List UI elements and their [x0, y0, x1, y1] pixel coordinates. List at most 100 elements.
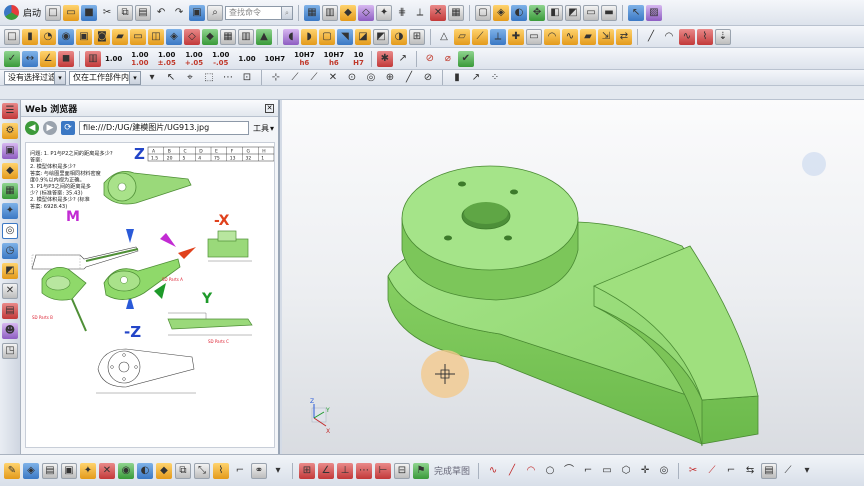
background-icon[interactable]: ▬	[601, 4, 618, 21]
datum-axis-icon[interactable]: ⟋	[472, 28, 488, 45]
close-icon[interactable]: ✕	[265, 103, 274, 113]
dimension-icon[interactable]: ◆	[340, 4, 357, 21]
convert-icon[interactable]: ⊟	[394, 462, 410, 479]
layer-icon[interactable]: ▤	[42, 462, 58, 479]
blend-icon[interactable]: ◖	[283, 28, 299, 45]
copy-object-icon[interactable]: ⧉	[175, 462, 191, 479]
profile-icon[interactable]: ∿	[485, 463, 501, 479]
precision-button[interactable]: 1.00	[103, 55, 124, 63]
arc-tool-icon[interactable]: ◠	[523, 463, 539, 479]
snap-intersect-icon[interactable]: ✕	[325, 70, 341, 85]
quick-trim-icon[interactable]: ✂	[685, 463, 701, 479]
more-icon[interactable]: ▾	[799, 463, 815, 479]
hole-icon[interactable]: ◉	[58, 28, 74, 45]
polygon-tool-icon[interactable]: ⬡	[618, 463, 634, 479]
surface-icon[interactable]: ◠	[544, 28, 560, 45]
no-symbol-icon[interactable]: ⊘	[422, 51, 438, 67]
transform-icon[interactable]: ⤡	[194, 462, 210, 479]
part-navigator-icon[interactable]: ⚙	[2, 123, 18, 139]
datum-plane-icon[interactable]: ▱	[454, 28, 470, 45]
trim-body-icon[interactable]: ◪	[355, 28, 371, 45]
snap-arc-center-icon[interactable]: ⊙	[344, 70, 360, 85]
circle-tool-icon[interactable]: ○	[542, 463, 558, 479]
refresh-icon[interactable]: ⟳	[61, 121, 75, 135]
slope-icon[interactable]: ⟋	[780, 463, 796, 479]
block-icon[interactable]: ▦	[220, 28, 236, 45]
grid-icon[interactable]: ⋕	[394, 5, 410, 21]
part-3d-model[interactable]	[387, 165, 759, 447]
quick-extend-icon[interactable]: ⟋	[704, 463, 720, 479]
line-icon[interactable]: ╱	[643, 29, 659, 45]
unite-icon[interactable]: ◈	[166, 28, 182, 45]
orient-icon[interactable]: ✦	[376, 4, 393, 21]
wcs-icon[interactable]: ⟂	[412, 5, 428, 21]
sketch-icon[interactable]: □	[4, 28, 20, 45]
triangle-icon[interactable]: △	[436, 29, 452, 45]
command-finder-icon[interactable]: ⌕	[207, 4, 224, 21]
undo-icon[interactable]: ↶	[153, 5, 169, 21]
redo-icon[interactable]: ↷	[171, 5, 187, 21]
cross-icon[interactable]: ✕	[99, 462, 115, 479]
precision-button[interactable]: 10H7 h6	[292, 51, 316, 67]
fillet-tool-icon[interactable]: ⌒	[561, 463, 577, 479]
measure-distance-icon[interactable]: ↔	[22, 50, 38, 67]
auto-dim-icon[interactable]: ⋯	[356, 462, 372, 479]
offset-icon[interactable]: ⇲	[598, 28, 614, 45]
cylinder-icon[interactable]: ▥	[238, 28, 254, 45]
angle-icon[interactable]: ∠	[318, 462, 334, 479]
selection-scope-select[interactable]: 仅在工作部件内 ▾	[69, 70, 141, 85]
system-scene-icon[interactable]: ◳	[2, 343, 18, 359]
paste-icon[interactable]: ▤	[135, 4, 152, 21]
gun-icon[interactable]: ⌐	[232, 463, 248, 479]
snap-on-face-icon[interactable]: ↗	[468, 70, 484, 85]
datum-csys-icon[interactable]: ⟂	[490, 28, 506, 45]
snap-tangent-icon[interactable]: ╱	[401, 70, 417, 85]
precision-button[interactable]: 10H7	[351, 51, 366, 67]
dropdown-icon[interactable]: ▾	[270, 463, 286, 479]
edge-style-icon[interactable]: ▭	[583, 4, 600, 21]
precision-button[interactable]: 1.00 +.05	[183, 51, 205, 67]
pan-icon[interactable]: ✥	[529, 4, 546, 21]
view-orient-sphere[interactable]	[802, 152, 826, 176]
arc-icon[interactable]: ◠	[661, 29, 677, 45]
palette-icon[interactable]: ◩	[2, 263, 18, 279]
curve-icon[interactable]: ∿	[679, 28, 695, 45]
app-logo[interactable]	[4, 5, 19, 20]
finish-sketch-label[interactable]: 完成草图	[432, 464, 472, 477]
command-search-input[interactable]: 查找命令 ⌕	[225, 5, 294, 20]
new-file-icon[interactable]: □	[45, 4, 62, 21]
copy-icon[interactable]: ⧉	[117, 4, 134, 21]
start-menu[interactable]: 启动	[21, 6, 43, 19]
constraint-navigator-icon[interactable]: ◆	[2, 163, 18, 179]
process-studio-icon[interactable]: ▤	[2, 303, 18, 319]
intersect-icon[interactable]: ◆	[202, 28, 218, 45]
grid-snap-icon[interactable]: ⋯	[220, 70, 236, 85]
check-icon[interactable]: ✓	[4, 50, 20, 67]
spline-icon[interactable]: ⌇	[697, 28, 713, 45]
precision-button[interactable]: 10H7 h6	[322, 51, 346, 67]
extrude-icon[interactable]: ▮	[22, 28, 38, 45]
pick-icon[interactable]: ↖	[163, 70, 179, 85]
type-filter-select[interactable]: 没有选择过滤器 ▾	[4, 70, 66, 85]
precision-button[interactable]: 10H7	[263, 55, 287, 63]
slot-icon[interactable]: ▭	[130, 28, 146, 45]
chamfer-tool-icon[interactable]: ⌐	[580, 463, 596, 479]
draft-icon[interactable]: ◥	[337, 28, 353, 45]
snap-end-icon[interactable]: ⊹	[268, 70, 284, 85]
group-icon[interactable]: ◈	[23, 462, 39, 479]
geometry-icon[interactable]: ◇	[358, 4, 375, 21]
split-body-icon[interactable]: ◩	[373, 28, 389, 45]
save-icon[interactable]: ■	[81, 4, 98, 21]
analysis-icon[interactable]: ✕	[430, 4, 447, 21]
visibility-icon[interactable]: ✔	[457, 50, 474, 67]
dimension-style-icon[interactable]: ✱	[376, 50, 393, 67]
diameter-icon[interactable]: ⌀	[440, 51, 456, 67]
attach-icon[interactable]: ⌇	[213, 462, 229, 479]
zoom-icon[interactable]: ◈	[493, 4, 510, 21]
cut-icon[interactable]: ✂	[99, 5, 115, 21]
select-icon[interactable]: ↖	[628, 4, 645, 21]
measure-angle-icon[interactable]: ∠	[40, 50, 56, 67]
snap-mid-icon[interactable]: ⟋	[287, 70, 303, 85]
project-curve-icon[interactable]: ⇣	[715, 28, 731, 45]
rectangle-tool-icon[interactable]: ▭	[599, 463, 615, 479]
